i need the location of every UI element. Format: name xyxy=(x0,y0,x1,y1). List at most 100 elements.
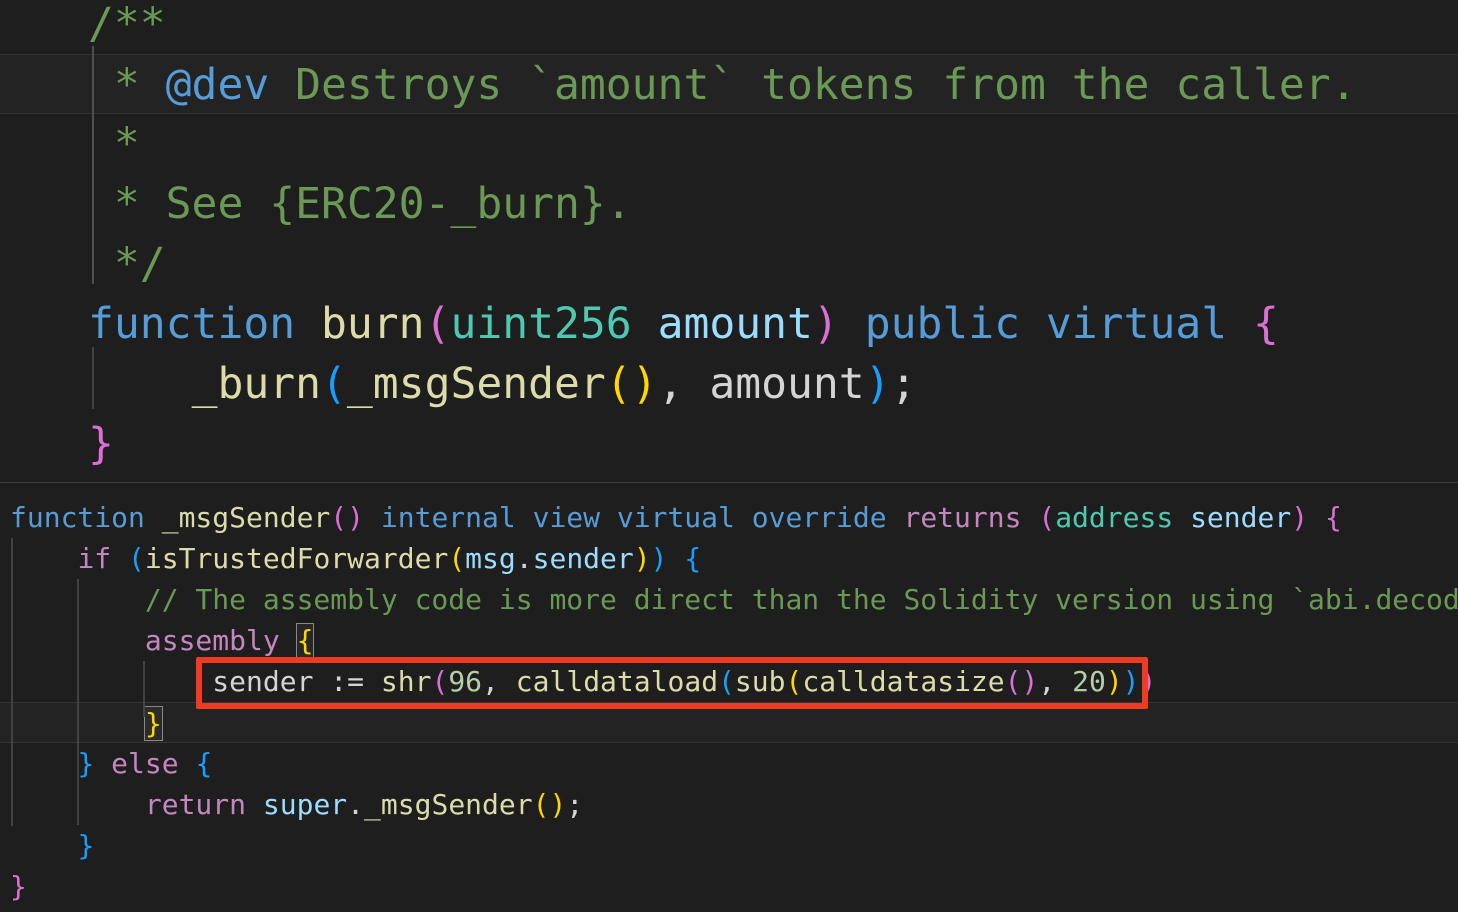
editor-pane-top[interactable]: /** * @dev Destroys `amount` tokens from… xyxy=(0,0,1458,482)
code-line-msgsender-sig[interactable]: function _msgSender() internal view virt… xyxy=(0,497,1458,538)
token-bracket_gold-bracket-match: } xyxy=(143,706,163,741)
indent-guide-guide-else-level2 xyxy=(77,785,79,825)
indent-guide-guide-asm-level3 xyxy=(143,661,145,717)
token-control: else xyxy=(111,747,179,780)
token-bracket_magenta: ) xyxy=(1139,665,1157,698)
code-line-assembly-comment[interactable]: // The assembly code is more direct than… xyxy=(0,579,1458,620)
code-line-if-trusted-forwarder[interactable]: if (isTrustedForwarder(msg.sender)) { xyxy=(0,538,1458,579)
token-bracket_blue: ( xyxy=(321,359,347,409)
token-function: calldataload xyxy=(515,665,719,698)
token-bracket_magenta: () xyxy=(330,501,365,534)
token-bracket_gold: ) xyxy=(633,542,651,575)
token-bracket_gold: ( xyxy=(785,665,803,698)
indent-guide-guide-doc xyxy=(92,46,94,284)
token-plain: ; xyxy=(890,359,917,409)
indent-guide-guide-fn-level1 xyxy=(11,538,13,826)
code-line-doc-blank[interactable]: * xyxy=(0,114,1458,174)
token-bracket_magenta: () xyxy=(1004,665,1039,698)
token-bracket_blue: ) xyxy=(650,542,668,575)
token-function: burn xyxy=(321,299,425,349)
token-comment: * See {ERC20-_burn}. xyxy=(88,179,632,229)
token-comment: */ xyxy=(88,239,166,289)
code-line-fn-burn-body[interactable]: _burn(_msgSender(), amount); xyxy=(0,354,1458,414)
code-line-assembly-close[interactable]: } xyxy=(0,702,1458,743)
token-plain: , xyxy=(657,359,710,409)
code-editor[interactable]: /** * @dev Destroys `amount` tokens from… xyxy=(0,0,1458,912)
code-line-doc-open[interactable]: /** xyxy=(0,0,1458,54)
token-keyword: function xyxy=(88,299,296,349)
token-control: returns xyxy=(903,501,1022,534)
code-line-if-close[interactable]: } xyxy=(0,825,1458,866)
token-plain: , xyxy=(482,665,516,698)
token-number: 20 xyxy=(1072,665,1106,698)
token-plain: sender xyxy=(212,665,314,698)
token-plain: ; xyxy=(566,788,584,821)
code-line-doc-dev[interactable]: * @dev Destroys `amount` tokens from the… xyxy=(0,54,1458,114)
token-plain: . xyxy=(515,542,533,575)
token-bracket_blue: ( xyxy=(128,542,145,575)
token-function: sub xyxy=(734,665,786,698)
token-bracket_magenta: ) xyxy=(812,299,839,349)
code-line-fn-burn-close[interactable]: } xyxy=(0,414,1458,474)
token-variable: sender xyxy=(532,542,634,575)
token-bracket_gold-bracket-match: { xyxy=(295,623,315,658)
token-comment: Destroys `amount` tokens from the caller… xyxy=(269,60,1357,110)
code-line-return-super[interactable]: return super._msgSender(); xyxy=(0,784,1458,825)
code-line-sender-shr[interactable]: sender := shr(96, calldataload(sub(calld… xyxy=(0,661,1458,702)
token-bracket_blue: { xyxy=(684,542,702,575)
token-keyword: internal view virtual override xyxy=(380,501,887,534)
code-line-assembly-open[interactable]: assembly { xyxy=(0,620,1458,661)
token-comment: // The assembly code is more direct than… xyxy=(144,583,1458,616)
code-line-fn-burn-sig[interactable]: function burn(uint256 amount) public vir… xyxy=(0,294,1458,354)
token-type: address xyxy=(1055,501,1174,534)
indent-guide-guide-if-level2 xyxy=(77,579,79,785)
code-line-else-branch[interactable]: } else { xyxy=(0,743,1458,784)
token-bracket_magenta: { xyxy=(1253,299,1279,349)
token-number: 96 xyxy=(448,665,483,698)
token-bracket_blue: ) xyxy=(864,359,891,409)
token-bracket_gold: ( xyxy=(448,542,466,575)
token-variable: sender xyxy=(1190,501,1292,534)
token-bracket_blue: ) xyxy=(1122,665,1140,698)
token-function: _msgSender xyxy=(346,359,606,409)
token-bracket_magenta: ( xyxy=(424,299,451,349)
code-line-fn-close[interactable]: } xyxy=(0,866,1458,907)
token-control: assembly xyxy=(144,624,280,657)
token-type: uint256 xyxy=(450,299,632,349)
token-bracket_magenta: } xyxy=(88,419,114,469)
token-bracket_blue: } xyxy=(77,829,95,862)
token-function: calldatasize xyxy=(802,665,1005,698)
code-line-doc-close[interactable]: */ xyxy=(0,234,1458,294)
token-variable: amount xyxy=(657,299,813,349)
editor-pane-bottom[interactable]: function _msgSender () internal view virt… xyxy=(0,483,1458,912)
token-keyword: function xyxy=(10,501,145,534)
token-plain: amount xyxy=(709,359,865,409)
token-function: _msgSender xyxy=(364,788,533,821)
token-variable: msg xyxy=(465,542,516,575)
token-bracket_blue: } xyxy=(77,747,95,780)
token-bracket_gold: () xyxy=(605,359,658,409)
indent-guide-guide-burn-body xyxy=(92,347,94,409)
token-function: shr xyxy=(380,665,432,698)
token-bracket_magenta: } xyxy=(10,870,27,903)
code-line-doc-see[interactable]: * See {ERC20-_burn}. xyxy=(0,174,1458,234)
token-function: _burn xyxy=(191,359,322,409)
token-control: if xyxy=(77,542,112,575)
